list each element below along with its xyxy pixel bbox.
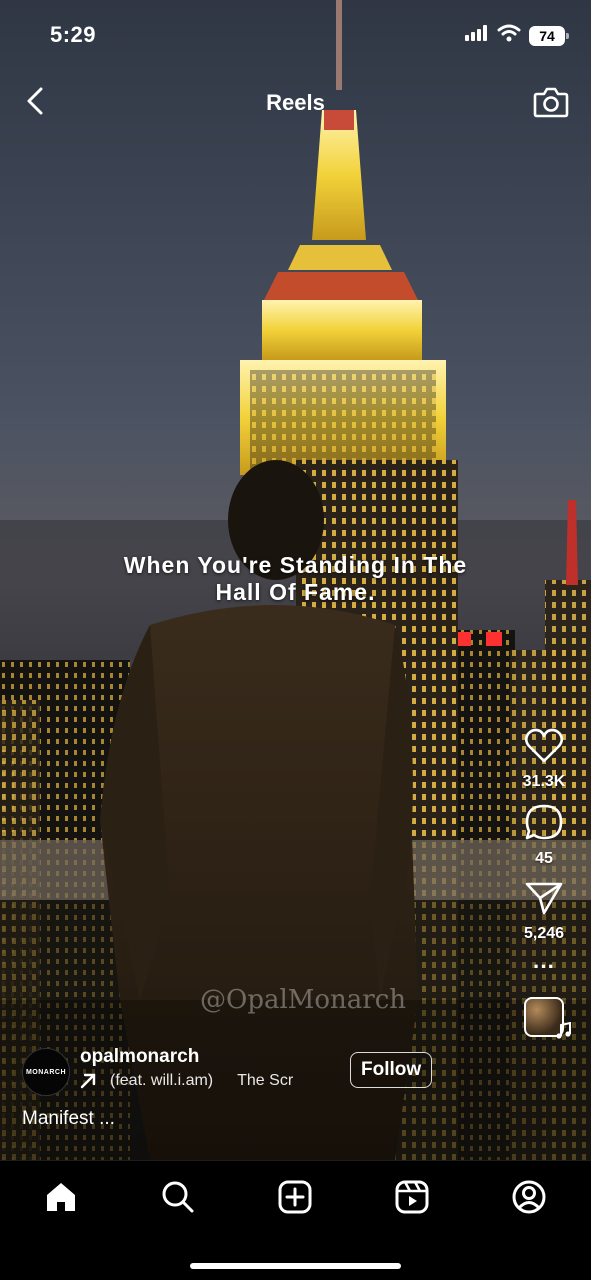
comment-icon xyxy=(524,803,564,846)
like-count: 31.3K xyxy=(522,773,566,790)
reel-actions: 31.3K 45 5,246 ··· xyxy=(513,728,575,1039)
status-icons: 74 xyxy=(465,24,569,47)
caption-line-1: When You're Standing In The xyxy=(123,552,468,578)
camera-icon xyxy=(533,86,569,123)
audio-track-next: The Scr xyxy=(237,1072,294,1089)
status-time: 5:29 xyxy=(50,22,97,47)
account-info: MONARCH opalmonarch (feat. will.i.am) Th… xyxy=(22,1046,442,1096)
comment-button[interactable]: 45 xyxy=(524,803,564,868)
bottom-nav xyxy=(0,1160,591,1280)
search-icon xyxy=(161,1180,195,1219)
audio-info[interactable]: (feat. will.i.am) The Scr xyxy=(80,1072,312,1090)
more-icon: ··· xyxy=(533,954,555,979)
heart-icon xyxy=(524,728,564,769)
battery-icon: 74 xyxy=(529,25,569,46)
camera-button[interactable] xyxy=(531,84,571,124)
audio-track: (feat. will.i.am) xyxy=(110,1072,214,1089)
video-watermark: @OpalMonarch xyxy=(200,985,407,1015)
reels-screen: 5:29 74 Reels When You're Standing In Th… xyxy=(0,0,591,1280)
like-button[interactable]: 31.3K xyxy=(522,728,566,791)
status-bar: 5:29 74 xyxy=(0,0,591,70)
more-button[interactable]: ··· xyxy=(524,954,564,979)
reels-header: Reels xyxy=(0,78,591,128)
reels-icon xyxy=(395,1180,429,1219)
audio-thumbnail[interactable] xyxy=(524,997,571,1039)
page-title: Reels xyxy=(266,90,325,115)
nav-search[interactable] xyxy=(158,1179,198,1219)
username[interactable]: opalmonarch xyxy=(80,1046,199,1068)
profile-icon xyxy=(512,1180,546,1219)
reel-description[interactable]: Manifest ... xyxy=(22,1108,115,1130)
nav-reels[interactable] xyxy=(392,1179,432,1219)
home-icon xyxy=(44,1180,78,1219)
music-note-icon xyxy=(554,1021,572,1045)
share-count: 5,246 xyxy=(523,925,565,942)
video-caption: When You're Standing In The Hall Of Fame… xyxy=(60,552,531,606)
share-button[interactable]: 5,246 xyxy=(524,880,564,943)
nav-profile[interactable] xyxy=(509,1179,549,1219)
trending-arrow-icon xyxy=(80,1073,96,1089)
follow-button[interactable]: Follow xyxy=(350,1052,433,1088)
create-icon xyxy=(278,1180,312,1219)
nav-create[interactable] xyxy=(275,1179,315,1219)
comment-count: 45 xyxy=(535,850,553,867)
home-indicator[interactable] xyxy=(190,1263,401,1269)
share-icon xyxy=(524,880,564,921)
nav-home[interactable] xyxy=(41,1179,81,1219)
wifi-icon xyxy=(497,24,521,47)
avatar[interactable]: MONARCH xyxy=(22,1048,70,1096)
caption-line-2: Hall Of Fame. xyxy=(215,579,376,605)
cellular-signal-icon xyxy=(465,25,489,46)
